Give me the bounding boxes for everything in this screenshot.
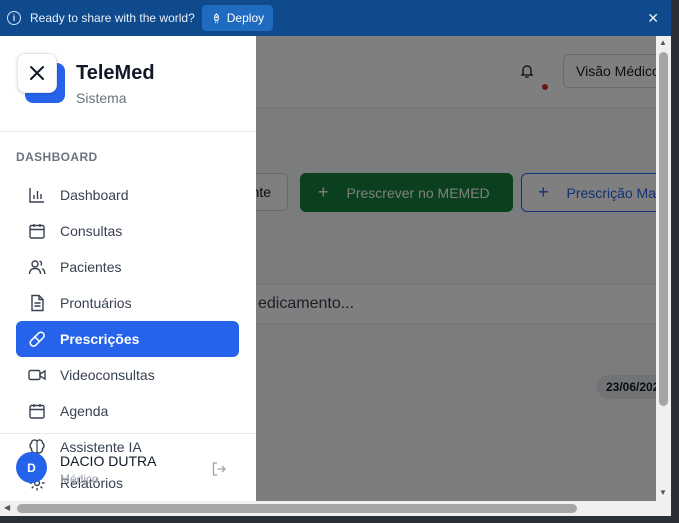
scroll-up-arrow-icon[interactable]: ▲ (659, 38, 667, 47)
sidebar-item-dashboard[interactable]: Dashboard (16, 177, 239, 213)
info-icon: i (7, 11, 21, 25)
users-icon (28, 258, 46, 276)
sidebar-item-prescricoes[interactable]: Prescrições (16, 321, 239, 357)
sidebar-item-pacientes[interactable]: Pacientes (16, 249, 239, 285)
deploy-message: Ready to share with the world? (30, 11, 195, 25)
avatar: D (16, 452, 47, 483)
deploy-button[interactable]: Deploy (201, 5, 274, 31)
video-icon (28, 366, 46, 384)
sidebar-item-label: Pacientes (60, 259, 122, 275)
bar-chart-icon (28, 186, 46, 204)
horizontal-scrollbar[interactable]: ◀ ▶ (0, 501, 671, 516)
sidebar-item-label: Prescrições (60, 331, 140, 347)
sidebar-item-label: Consultas (60, 223, 123, 239)
deploy-label: Deploy (226, 11, 265, 25)
sidebar-item-label: Dashboard (60, 187, 129, 203)
calendar-icon (28, 402, 46, 420)
user-name: DACIO DUTRA (60, 453, 157, 469)
deploy-bar: i Ready to share with the world? Deploy … (0, 0, 671, 36)
scroll-left-arrow-icon[interactable]: ◀ (4, 503, 10, 512)
user-panel: D DACIO DUTRA Médico (0, 433, 256, 501)
pill-icon (28, 330, 46, 348)
vertical-scrollbar[interactable]: ▲ ▼ (656, 36, 671, 501)
scrollbar-corner (656, 501, 671, 516)
user-role: Médico (60, 472, 99, 486)
app: Visão Médico nte + Prescrever no MEMED +… (0, 36, 656, 501)
sidebar-item-consultas[interactable]: Consultas (16, 213, 239, 249)
close-icon[interactable]: ✕ (647, 10, 659, 27)
sidebar-item-label: Prontuários (60, 295, 132, 311)
sidebar-item-label: Videoconsultas (60, 367, 155, 383)
calendar-icon (28, 222, 46, 240)
file-text-icon (28, 294, 46, 312)
scrollbar-thumb[interactable] (17, 504, 577, 513)
scrollbar-thumb[interactable] (659, 52, 668, 406)
brand-subtitle: Sistema (76, 90, 127, 106)
brand-header: TeleMed Sistema (0, 36, 256, 132)
sidebar-item-agenda[interactable]: Agenda (16, 393, 239, 429)
scroll-down-arrow-icon[interactable]: ▼ (659, 488, 667, 497)
logout-icon[interactable] (211, 461, 227, 477)
brand-title: TeleMed (76, 62, 155, 84)
sidebar: TeleMed Sistema DASHBOARD Dashboard Cons… (0, 36, 256, 501)
sidebar-item-videoconsultas[interactable]: Videoconsultas (16, 357, 239, 393)
section-label: DASHBOARD (16, 150, 98, 164)
rocket-icon (213, 12, 219, 23)
sidebar-item-label: Agenda (60, 403, 109, 419)
close-sidebar-button[interactable] (17, 53, 57, 93)
close-icon (30, 66, 44, 80)
sidebar-item-prontuarios[interactable]: Prontuários (16, 285, 239, 321)
